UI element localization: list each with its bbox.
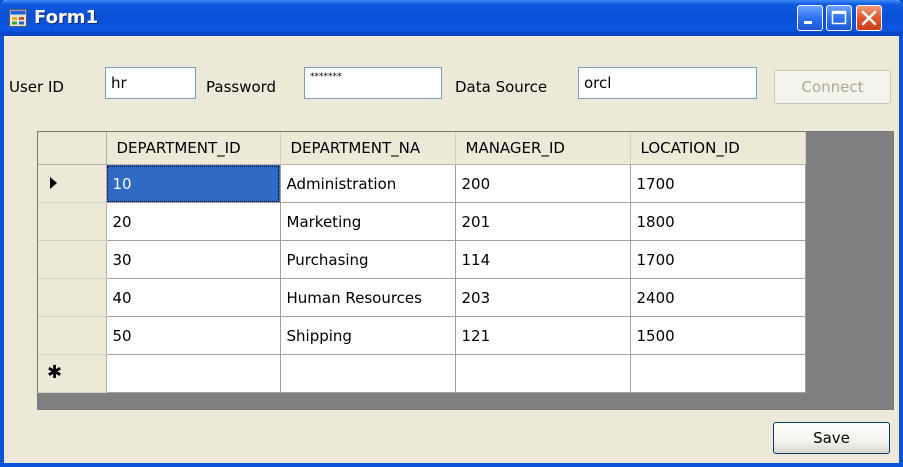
form-app-icon[interactable]: [9, 9, 27, 27]
grid-cell-manager-id[interactable]: 203: [454, 278, 631, 317]
connect-button[interactable]: Connect: [774, 70, 891, 104]
password-label: Password: [206, 78, 277, 96]
row-header-new[interactable]: ✱: [38, 354, 107, 393]
grid-cell-department-id[interactable]: 20: [105, 202, 281, 241]
grid-cell-department-name[interactable]: Purchasing: [279, 240, 456, 279]
grid-cell-department-id[interactable]: 30: [105, 240, 281, 279]
grid-cell-new[interactable]: [629, 354, 806, 393]
new-row-asterisk-icon: ✱: [47, 362, 63, 383]
row-header[interactable]: [38, 278, 107, 317]
minimize-icon: [804, 21, 812, 24]
grid-cell-location-id[interactable]: 1800: [629, 202, 806, 241]
table-row[interactable]: 30 Purchasing 114 1700: [38, 240, 806, 279]
grid-cell-department-id[interactable]: 10: [105, 164, 281, 203]
grid-cell-department-name[interactable]: Human Resources: [279, 278, 456, 317]
row-header[interactable]: [38, 316, 107, 355]
row-header[interactable]: [38, 202, 107, 241]
column-header-department-name[interactable]: DEPARTMENT_NA: [280, 132, 456, 165]
grid-cell-new[interactable]: [105, 354, 281, 393]
row-header[interactable]: [38, 240, 107, 279]
grid-cell-department-id[interactable]: 40: [105, 278, 281, 317]
row-header-current[interactable]: [38, 164, 107, 203]
departments-data-grid[interactable]: DEPARTMENT_ID DEPARTMENT_NA MANAGER_ID L…: [37, 131, 894, 410]
user-id-field[interactable]: hr: [105, 67, 196, 99]
minimize-button[interactable]: [797, 5, 823, 31]
close-button[interactable]: [856, 5, 882, 31]
grid-table: DEPARTMENT_ID DEPARTMENT_NA MANAGER_ID L…: [38, 132, 806, 393]
grid-cell-department-name[interactable]: Shipping: [279, 316, 456, 355]
column-header-location-id[interactable]: LOCATION_ID: [630, 132, 806, 165]
grid-cell-department-name[interactable]: Administration: [279, 164, 456, 203]
save-button[interactable]: Save: [773, 422, 890, 454]
title-bar[interactable]: Form1: [0, 0, 903, 36]
grid-cell-location-id[interactable]: 1500: [629, 316, 806, 355]
maximize-icon: [831, 10, 847, 25]
password-field[interactable]: *******: [304, 67, 442, 99]
window-title: Form1: [34, 7, 99, 28]
current-row-arrow-icon: [50, 177, 57, 189]
grid-cell-manager-id[interactable]: 114: [454, 240, 631, 279]
data-source-label: Data Source: [455, 78, 548, 96]
grid-cell-department-id[interactable]: 50: [105, 316, 281, 355]
grid-cell-location-id[interactable]: 1700: [629, 240, 806, 279]
new-row[interactable]: ✱: [38, 354, 806, 393]
grid-cell-new[interactable]: [279, 354, 456, 393]
grid-corner-header[interactable]: [38, 132, 107, 165]
table-row[interactable]: 50 Shipping 121 1500: [38, 316, 806, 355]
table-row[interactable]: 20 Marketing 201 1800: [38, 202, 806, 241]
grid-cell-location-id[interactable]: 1700: [629, 164, 806, 203]
table-row[interactable]: 10 Administration 200 1700: [38, 164, 806, 203]
column-header-manager-id[interactable]: MANAGER_ID: [455, 132, 631, 165]
maximize-button[interactable]: [826, 5, 852, 31]
data-source-field[interactable]: orcl: [578, 67, 757, 99]
grid-cell-location-id[interactable]: 2400: [629, 278, 806, 317]
form1-window: Form1 User ID hr Password ******* Data S…: [0, 0, 903, 467]
close-icon: [861, 10, 877, 26]
grid-cell-manager-id[interactable]: 200: [454, 164, 631, 203]
table-row[interactable]: 40 Human Resources 203 2400: [38, 278, 806, 317]
user-id-label: User ID: [9, 78, 64, 96]
grid-cell-manager-id[interactable]: 121: [454, 316, 631, 355]
column-header-department-id[interactable]: DEPARTMENT_ID: [106, 132, 281, 165]
grid-cell-manager-id[interactable]: 201: [454, 202, 631, 241]
grid-cell-department-name[interactable]: Marketing: [279, 202, 456, 241]
grid-cell-new[interactable]: [454, 354, 631, 393]
grid-header-row: DEPARTMENT_ID DEPARTMENT_NA MANAGER_ID L…: [38, 132, 806, 165]
